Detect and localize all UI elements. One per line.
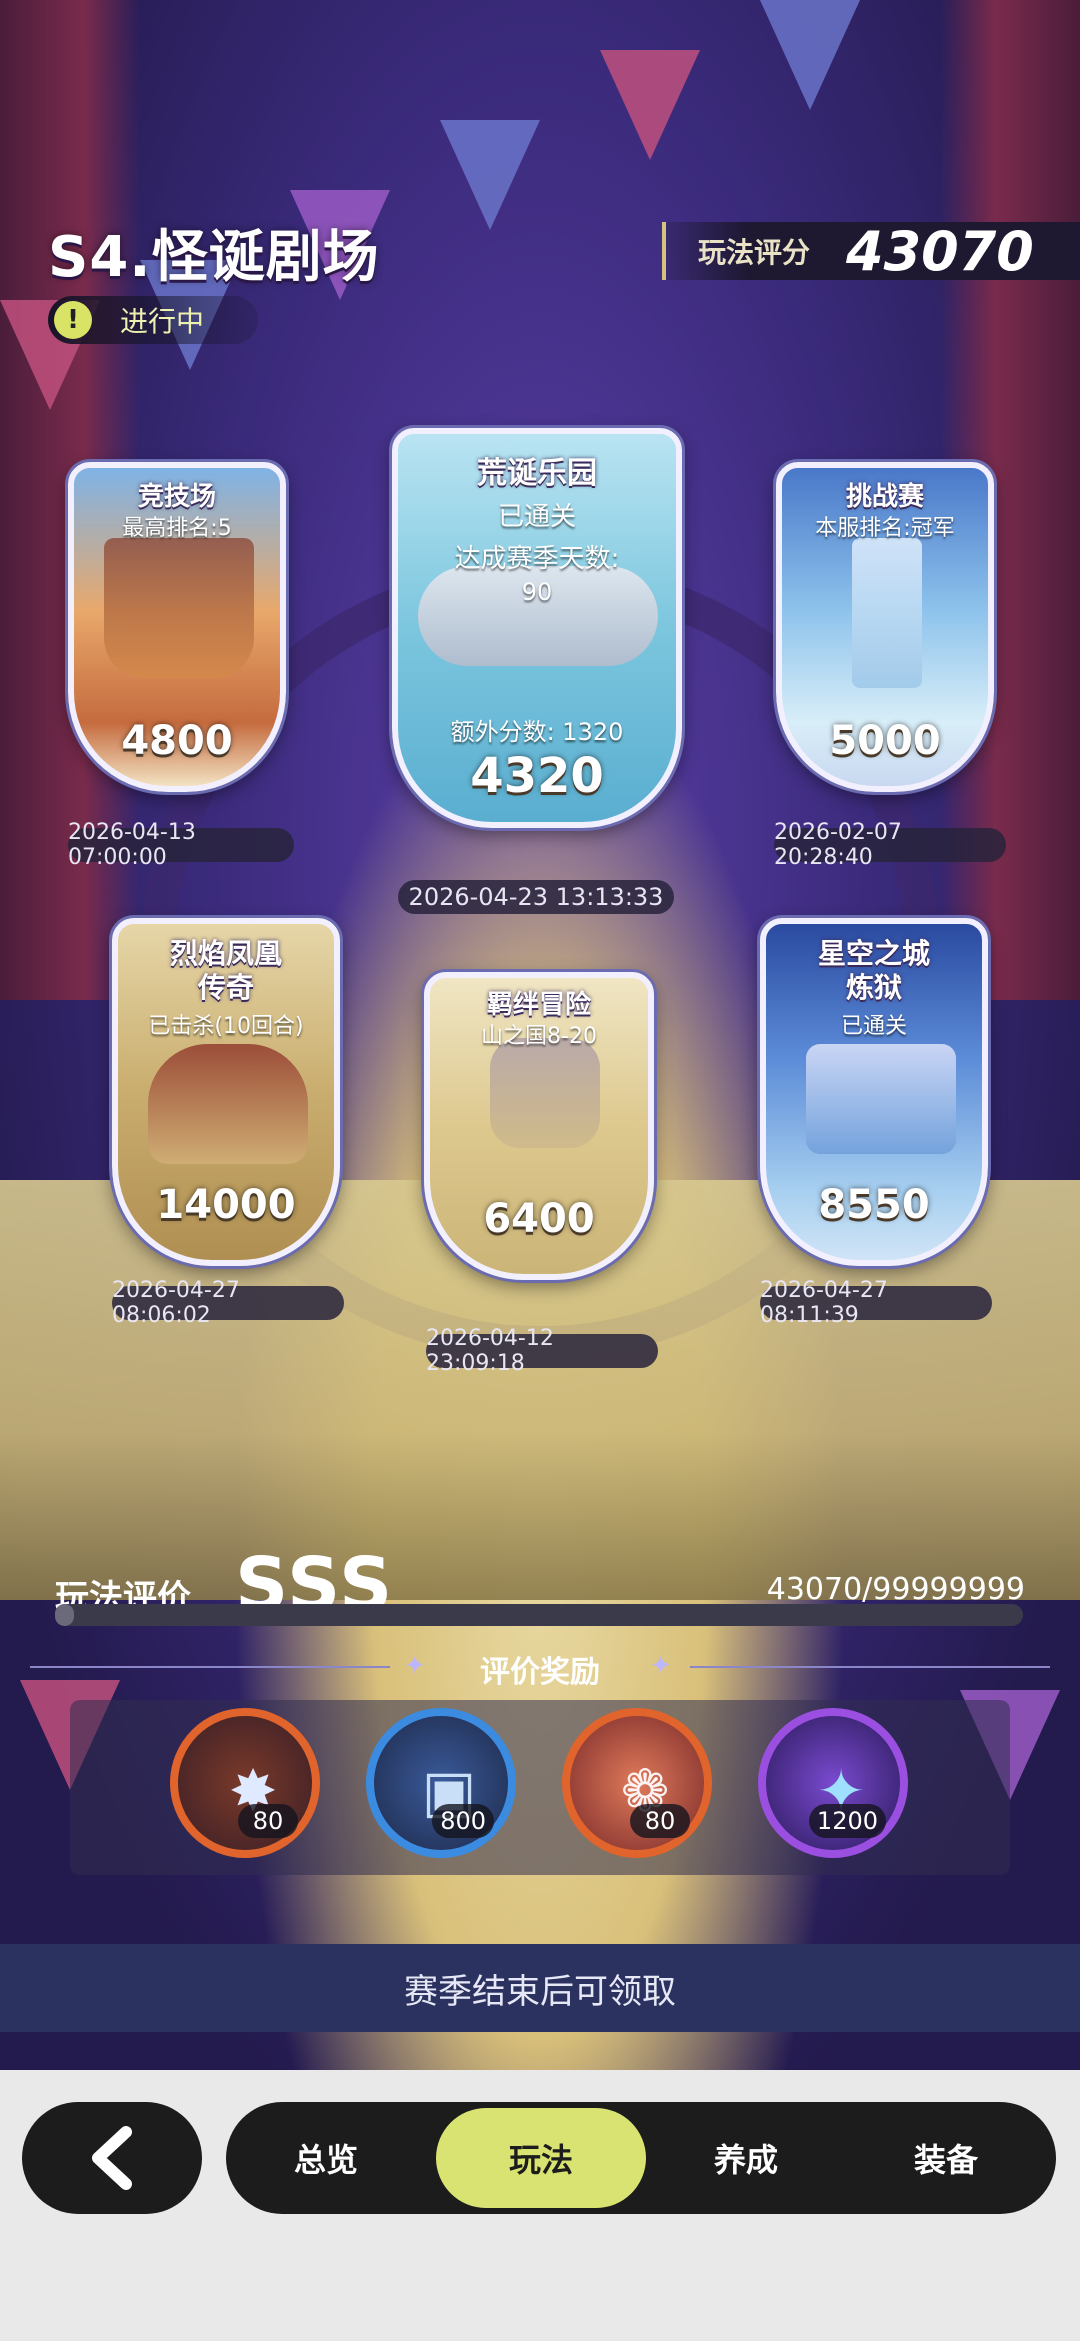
reward-item[interactable]: ✦ 1200 xyxy=(758,1708,908,1858)
card-detail-value: 90 xyxy=(521,578,553,606)
reward-item[interactable]: ▣ 800 xyxy=(366,1708,516,1858)
card-timestamp: 2026-02-07 20:28:40 xyxy=(774,820,1006,870)
tab-overview[interactable]: 总览 xyxy=(226,2102,426,2214)
card-points: 4320 xyxy=(470,748,604,804)
mode-card-arena[interactable]: 竞技场 最高排名:5 4800 xyxy=(68,462,286,792)
mountain-illustration xyxy=(490,1038,600,1148)
card-title: 挑战赛 xyxy=(845,482,924,512)
castle-illustration xyxy=(806,1044,956,1154)
bunting-flag xyxy=(440,120,540,230)
bunting-flag xyxy=(600,50,700,160)
mode-card-absurd-park[interactable]: 荒诞乐园 已通关 达成赛季天数: 90 额外分数: 1320 4320 xyxy=(392,428,682,828)
gameplay-score-label: 玩法评分 xyxy=(698,236,811,269)
evaluation-progress-bar xyxy=(55,1604,1023,1626)
phoenix-illustration xyxy=(148,1044,308,1164)
mode-card-flame-phoenix[interactable]: 烈焰凤凰 传奇 已击杀(10回合) 14000 xyxy=(112,918,340,1266)
reward-item[interactable]: ❁ 80 xyxy=(562,1708,712,1858)
tab-gameplay[interactable]: 玩法 xyxy=(436,2108,646,2208)
tab-growth[interactable]: 养成 xyxy=(646,2102,846,2214)
mode-card-challenge[interactable]: 挑战赛 本服排名:冠军 5000 xyxy=(776,462,994,792)
back-button[interactable] xyxy=(22,2102,202,2214)
card-subtitle: 山之国8-20 xyxy=(481,1024,597,1049)
card-points: 4800 xyxy=(121,718,233,764)
reward-quantity: 1200 xyxy=(808,1804,886,1838)
claim-rewards-button[interactable]: 赛季结束后可领取 xyxy=(0,1944,1080,2032)
divider xyxy=(690,1666,1050,1668)
arena-illustration xyxy=(104,538,254,678)
evaluation-progress-fill xyxy=(55,1604,75,1626)
card-points: 8550 xyxy=(818,1182,930,1228)
sparkle-icon: ✦ xyxy=(650,1651,672,1681)
tab-bar: 总览 玩法 养成 装备 xyxy=(226,2102,1056,2214)
tab-equipment[interactable]: 装备 xyxy=(846,2102,1046,2214)
rewards-header: ✦ 评价奖励 ✦ xyxy=(0,1645,1080,1690)
bunting-flag xyxy=(760,0,860,110)
chevron-left-icon xyxy=(92,2126,132,2190)
mode-card-starry-city[interactable]: 星空之城 炼狱 已通关 8550 xyxy=(760,918,988,1266)
rewards-panel: ✸ 80 ▣ 800 ❁ 80 ✦ 1200 xyxy=(70,1700,1010,1875)
card-extra-points: 额外分数: 1320 xyxy=(450,718,624,746)
card-points: 6400 xyxy=(483,1196,595,1242)
alert-icon: ! xyxy=(54,301,92,339)
card-subtitle: 已击杀(10回合) xyxy=(148,1014,304,1039)
bottom-nav: 总览 玩法 养成 装备 xyxy=(0,2070,1080,2341)
evaluation-progress-text: 43070/99999999 xyxy=(766,1572,1025,1607)
card-timestamp: 2026-04-13 07:00:00 xyxy=(68,820,294,870)
sky-tower-illustration xyxy=(852,538,922,688)
season-title: S4.怪诞剧场 xyxy=(48,225,380,290)
gameplay-score: 玩法评分 43070 xyxy=(662,219,1080,283)
card-title-tier: 炼狱 xyxy=(845,971,902,1004)
reward-quantity: 80 xyxy=(630,1804,690,1838)
card-timestamp: 2026-04-23 13:13:33 xyxy=(398,880,674,914)
card-points: 5000 xyxy=(829,718,941,764)
card-title-tier: 传奇 xyxy=(197,971,254,1004)
card-subtitle: 已通关 xyxy=(497,502,576,532)
card-timestamp: 2026-04-27 08:11:39 xyxy=(760,1278,992,1328)
card-timestamp: 2026-04-12 23:09:18 xyxy=(426,1326,658,1376)
card-title: 荒诞乐园 xyxy=(477,456,597,491)
card-timestamp: 2026-04-27 08:06:02 xyxy=(112,1278,344,1328)
season-status-badge: ! 进行中 xyxy=(48,296,258,344)
reward-quantity: 800 xyxy=(432,1804,494,1838)
reward-item[interactable]: ✸ 80 xyxy=(170,1708,320,1858)
card-title: 竞技场 xyxy=(137,482,216,512)
season-status-text: 进行中 xyxy=(120,305,205,338)
card-subtitle: 最高排名:5 xyxy=(122,516,232,541)
gameplay-score-value: 43070 xyxy=(846,219,1034,283)
card-subtitle: 本服排名:冠军 xyxy=(815,516,955,541)
card-title: 羁绊冒险 xyxy=(486,990,591,1020)
card-points: 14000 xyxy=(156,1182,296,1228)
mode-card-bond-adventure[interactable]: 羁绊冒险 山之国8-20 6400 xyxy=(424,972,654,1280)
card-subtitle: 已通关 xyxy=(840,1014,907,1039)
reward-quantity: 80 xyxy=(238,1804,298,1838)
card-detail: 达成赛季天数: xyxy=(454,544,620,574)
rewards-title: 评价奖励 xyxy=(480,1655,600,1690)
